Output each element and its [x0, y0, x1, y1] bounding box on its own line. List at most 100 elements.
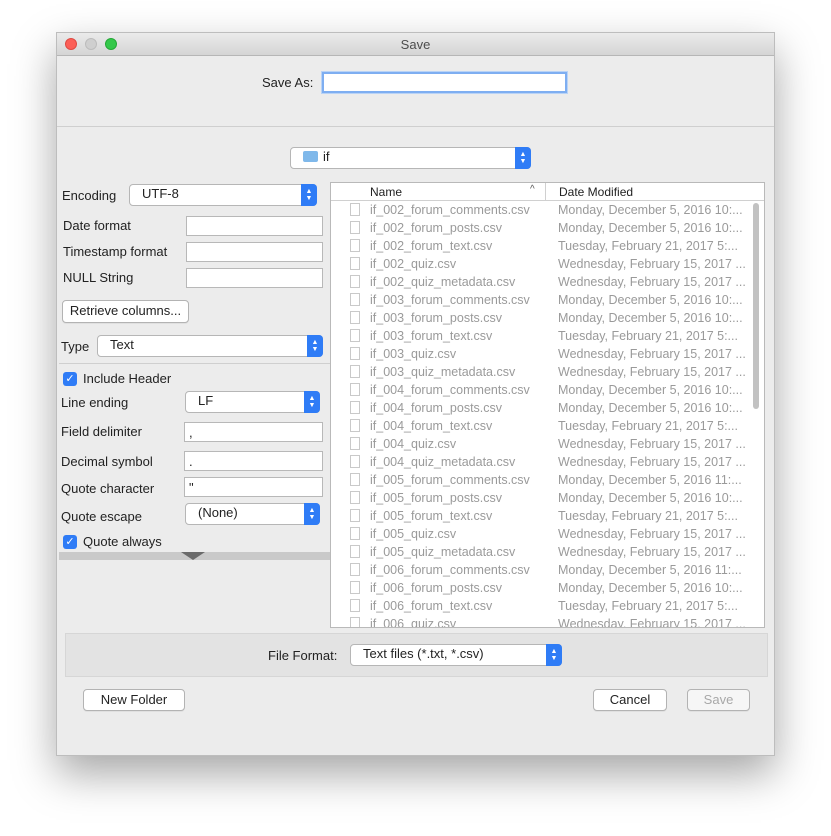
- document-icon: [350, 275, 360, 288]
- file-row[interactable]: if_002_forum_comments.csv Monday, Decembe…: [331, 201, 750, 219]
- file-name: if_004_quiz.csv: [370, 437, 457, 451]
- collapse-arrow-icon[interactable]: [181, 552, 205, 560]
- file-name: if_003_quiz.csv: [370, 347, 457, 361]
- save-button[interactable]: Save: [687, 689, 750, 711]
- file-row[interactable]: if_004_quiz.csv Wednesday, February 15, 2…: [331, 435, 750, 453]
- options-divider: [59, 363, 330, 364]
- field-delimiter-input[interactable]: ,: [184, 422, 323, 442]
- file-row[interactable]: if_003_quiz_metadata.csv Wednesday, Febru…: [331, 363, 750, 381]
- document-icon: [350, 455, 360, 468]
- name-column-header[interactable]: Name: [370, 185, 402, 199]
- line-ending-select[interactable]: LF ▲ ▼: [185, 391, 320, 413]
- file-row[interactable]: if_006_forum_text.csv Tuesday, February 2…: [331, 597, 750, 615]
- file-row[interactable]: if_005_forum_text.csv Tuesday, February 2…: [331, 507, 750, 525]
- file-name: if_004_forum_text.csv: [370, 419, 493, 433]
- document-icon: [350, 473, 360, 486]
- line-ending-label: Line ending: [61, 395, 129, 410]
- document-icon: [350, 239, 360, 252]
- file-date-modified: Monday, December 5, 2016 10:...: [558, 221, 743, 235]
- column-divider: [545, 183, 546, 200]
- file-list-header: Name ^ Date Modified: [331, 183, 764, 201]
- decimal-symbol-label: Decimal symbol: [61, 454, 153, 469]
- file-row[interactable]: if_002_forum_posts.csv Monday, December 5…: [331, 219, 750, 237]
- include-header-checkbox[interactable]: ✓: [63, 372, 77, 386]
- file-format-select[interactable]: Text files (*.txt, *.csv) ▲ ▼: [350, 644, 562, 666]
- file-row[interactable]: if_005_quiz_metadata.csv Wednesday, Febru…: [331, 543, 750, 561]
- popup-arrows-icon: ▲ ▼: [301, 184, 317, 206]
- vertical-scrollbar[interactable]: [753, 203, 759, 409]
- file-name: if_005_quiz.csv: [370, 527, 457, 541]
- file-name: if_002_forum_text.csv: [370, 239, 493, 253]
- file-row[interactable]: if_002_forum_text.csv Tuesday, February 2…: [331, 237, 750, 255]
- file-row[interactable]: if_003_forum_comments.csv Monday, Decembe…: [331, 291, 750, 309]
- file-name: if_005_quiz_metadata.csv: [370, 545, 516, 559]
- date-column-header[interactable]: Date Modified: [559, 185, 633, 199]
- document-icon: [350, 527, 360, 540]
- file-row[interactable]: if_002_quiz.csv Wednesday, February 15, 2…: [331, 255, 750, 273]
- document-icon: [350, 581, 360, 594]
- location-popup[interactable]: if ▲ ▼: [290, 147, 531, 169]
- popup-arrows-icon: ▲ ▼: [515, 147, 531, 169]
- file-date-modified: Tuesday, February 21, 2017 5:...: [558, 599, 738, 613]
- file-browser[interactable]: Name ^ Date Modified if_002_forum_commen…: [330, 182, 765, 628]
- new-folder-button[interactable]: New Folder: [83, 689, 185, 711]
- quote-character-label: Quote character: [61, 481, 155, 496]
- type-select[interactable]: Text ▲ ▼: [97, 335, 323, 357]
- file-row[interactable]: if_004_forum_comments.csv Monday, Decembe…: [331, 381, 750, 399]
- file-row[interactable]: if_006_forum_posts.csv Monday, December 5…: [331, 579, 750, 597]
- document-icon: [350, 599, 360, 612]
- timestamp-format-label: Timestamp format: [63, 244, 168, 259]
- file-row[interactable]: if_003_forum_posts.csv Monday, December 5…: [331, 309, 750, 327]
- file-date-modified: Monday, December 5, 2016 10:...: [558, 491, 743, 505]
- encoding-select[interactable]: UTF-8 ▲ ▼: [129, 184, 317, 206]
- file-row[interactable]: if_003_forum_text.csv Tuesday, February 2…: [331, 327, 750, 345]
- null-string-input[interactable]: [186, 268, 323, 288]
- file-name: if_003_forum_text.csv: [370, 329, 493, 343]
- panel-splitter[interactable]: [59, 552, 330, 560]
- cancel-button[interactable]: Cancel: [593, 689, 667, 711]
- encoding-value: UTF-8: [142, 186, 179, 201]
- document-icon: [350, 545, 360, 558]
- file-name: if_002_quiz_metadata.csv: [370, 275, 516, 289]
- file-name: if_005_forum_comments.csv: [370, 473, 530, 487]
- document-icon: [350, 383, 360, 396]
- quote-escape-select[interactable]: (None) ▲ ▼: [185, 503, 320, 525]
- file-name: if_003_forum_posts.csv: [370, 311, 503, 325]
- file-date-modified: Wednesday, February 15, 2017 ...: [558, 347, 746, 361]
- file-date-modified: Wednesday, February 15, 2017 ...: [558, 455, 746, 469]
- file-row[interactable]: if_004_forum_posts.csv Monday, December 5…: [331, 399, 750, 417]
- file-row[interactable]: if_002_quiz_metadata.csv Wednesday, Febru…: [331, 273, 750, 291]
- decimal-symbol-input[interactable]: .: [184, 451, 323, 471]
- location-folder-name: if: [323, 149, 330, 164]
- retrieve-columns-button[interactable]: Retrieve columns...: [62, 300, 189, 323]
- file-name: if_004_forum_comments.csv: [370, 383, 530, 397]
- include-header-label: Include Header: [83, 371, 172, 386]
- file-date-modified: Monday, December 5, 2016 10:...: [558, 383, 743, 397]
- quote-character-input[interactable]: ": [184, 477, 323, 497]
- timestamp-format-input[interactable]: [186, 242, 323, 262]
- file-row[interactable]: if_004_quiz_metadata.csv Wednesday, Febru…: [331, 453, 750, 471]
- line-ending-value: LF: [198, 393, 214, 408]
- quote-escape-value: (None): [198, 505, 238, 520]
- file-date-modified: Wednesday, February 15, 2017 ...: [558, 275, 746, 289]
- file-row[interactable]: if_005_quiz.csv Wednesday, February 15, 2…: [331, 525, 750, 543]
- save-as-input[interactable]: [322, 72, 567, 93]
- date-format-input[interactable]: [186, 216, 323, 236]
- file-row[interactable]: if_006_forum_comments.csv Monday, Decembe…: [331, 561, 750, 579]
- file-rows: if_002_forum_comments.csv Monday, Decembe…: [331, 201, 750, 627]
- top-divider: [57, 126, 774, 127]
- file-name: if_006_forum_comments.csv: [370, 563, 530, 577]
- file-row[interactable]: if_006_quiz.csv Wednesday, February 15, 2…: [331, 615, 750, 627]
- popup-arrows-icon: ▲ ▼: [304, 503, 320, 525]
- file-format-label: File Format:: [268, 648, 338, 663]
- title-bar: Save: [57, 33, 774, 56]
- file-row[interactable]: if_005_forum_posts.csv Monday, December 5…: [331, 489, 750, 507]
- window-title: Save: [400, 37, 431, 52]
- file-row[interactable]: if_005_forum_comments.csv Monday, Decembe…: [331, 471, 750, 489]
- encoding-label: Encoding: [62, 188, 117, 203]
- file-row[interactable]: if_003_quiz.csv Wednesday, February 15, 2…: [331, 345, 750, 363]
- file-date-modified: Wednesday, February 15, 2017 ...: [558, 545, 746, 559]
- quote-always-checkbox[interactable]: ✓: [63, 535, 77, 549]
- file-row[interactable]: if_004_forum_text.csv Tuesday, February 2…: [331, 417, 750, 435]
- popup-arrows-icon: ▲ ▼: [304, 391, 320, 413]
